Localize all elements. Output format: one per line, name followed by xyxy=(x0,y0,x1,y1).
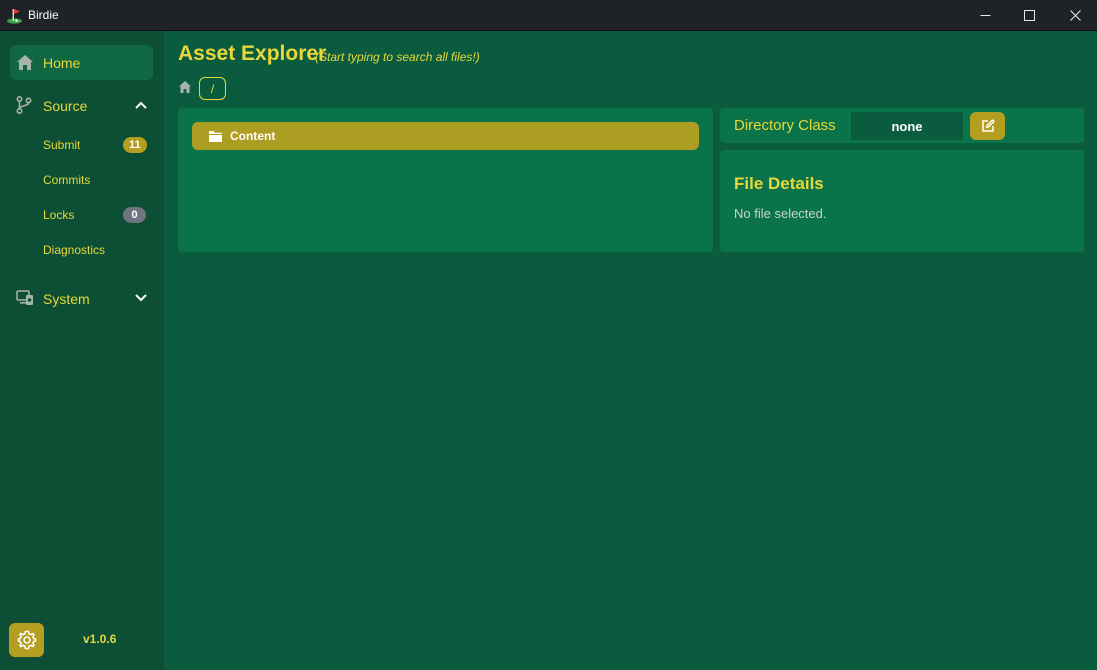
locks-count-badge: 0 xyxy=(123,207,146,223)
close-icon xyxy=(1069,10,1081,21)
sidebar-item-system[interactable]: System xyxy=(10,280,153,316)
gear-icon xyxy=(17,630,36,650)
window-title: Birdie xyxy=(28,8,59,22)
sidebar-item-diagnostics[interactable]: Diagnostics xyxy=(43,243,105,257)
home-icon xyxy=(17,55,33,70)
directory-class-value: none xyxy=(851,112,963,140)
sidebar-item-label: Home xyxy=(43,55,81,71)
maximize-icon xyxy=(1023,10,1035,21)
edit-directory-class-button[interactable] xyxy=(970,112,1005,140)
file-list-panel: Content xyxy=(178,108,713,252)
sidebar-item-label: System xyxy=(43,291,90,307)
page-title: Asset Explorer xyxy=(178,42,327,65)
maximize-button[interactable] xyxy=(1006,0,1052,31)
breadcrumb-home-icon[interactable] xyxy=(178,80,192,94)
search-hint: (Start typing to search all files!) xyxy=(315,50,480,64)
branch-icon xyxy=(16,96,32,114)
chevron-down-icon[interactable] xyxy=(135,293,147,303)
breadcrumb-root-button[interactable]: / xyxy=(199,77,226,100)
close-button[interactable] xyxy=(1052,0,1097,31)
sidebar-item-submit[interactable]: Submit xyxy=(43,138,80,152)
directory-class-panel: Directory Class none xyxy=(720,108,1084,143)
system-icon xyxy=(16,290,33,305)
minimize-button[interactable] xyxy=(962,0,1008,31)
app-version: v1.0.6 xyxy=(83,632,117,646)
chevron-up-icon[interactable] xyxy=(135,100,147,110)
minimize-icon xyxy=(980,15,990,16)
edit-icon xyxy=(981,119,995,132)
sidebar-item-commits[interactable]: Commits xyxy=(43,173,90,187)
folder-icon xyxy=(209,131,222,142)
file-details-title: File Details xyxy=(734,174,824,193)
settings-button[interactable] xyxy=(9,623,44,657)
list-item-folder[interactable]: Content xyxy=(192,122,699,150)
directory-class-label: Directory Class xyxy=(734,117,836,134)
sidebar: Home Source Submit 11 Commits Locks 0 Di… xyxy=(0,31,164,670)
folder-name: Content xyxy=(230,129,276,143)
file-details-panel: File Details No file selected. xyxy=(720,150,1084,252)
file-details-empty-text: No file selected. xyxy=(734,206,827,221)
sidebar-item-label: Source xyxy=(43,98,88,114)
sidebar-item-locks[interactable]: Locks xyxy=(43,208,74,222)
submit-count-badge: 11 xyxy=(123,137,147,153)
sidebar-item-source[interactable]: Source xyxy=(10,87,153,123)
sidebar-item-home[interactable]: Home xyxy=(10,45,153,80)
window-titlebar[interactable]: Birdie xyxy=(0,0,1097,31)
golf-flag-icon xyxy=(7,9,22,24)
